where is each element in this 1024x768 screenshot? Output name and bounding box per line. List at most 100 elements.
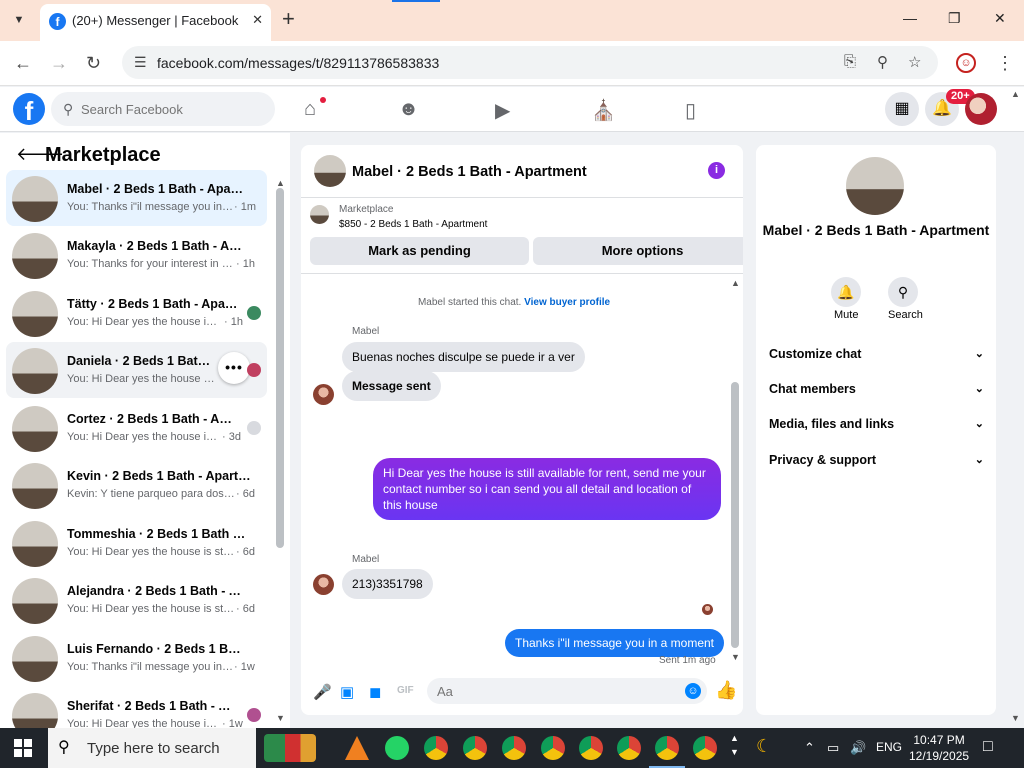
gift-news-icon[interactable] [264,734,316,762]
message-input[interactable] [437,678,677,704]
network-icon[interactable]: ▭ [827,740,839,756]
privacy-support-row[interactable]: Privacy & support ⌄ [769,447,984,473]
page-scroll-down-arrow-icon[interactable]: ▼ [1011,713,1020,723]
tab-search-chevron-icon[interactable]: ▼ [8,10,30,30]
bookmark-star-icon[interactable]: ☆ [908,53,921,71]
chat-title[interactable]: Mabel · 2 Beds 1 Bath - Apartment [352,164,587,180]
mute-bell-icon[interactable]: 🔔 [831,277,861,307]
browser-tab-messenger[interactable]: f (20+) Messenger | Facebook ✕ [40,4,271,41]
mark-as-pending-button[interactable]: Mark as pending [310,237,529,265]
conversation-item[interactable]: Tätty · 2 Beds 1 Bath - Apartm... You: H… [6,285,267,341]
more-options-dots-icon[interactable]: ••• [218,352,250,384]
tab-close-icon[interactable]: ✕ [252,12,263,28]
chrome-icon[interactable] [541,736,565,760]
chrome-icon[interactable] [649,736,685,768]
gaming-icon[interactable]: ▯ [685,98,696,123]
conversation-item[interactable]: Kevin · 2 Beds 1 Bath - Apartment Kevin:… [6,457,267,513]
video-icon[interactable]: ▶ [495,98,510,123]
conversation-item[interactable]: Tommeshia · 2 Beds 1 Bath - Ap... You: H… [6,515,267,571]
chat-panel: Mabel · 2 Beds 1 Bath - Apartment i Mark… [301,145,743,715]
back-arrow-icon[interactable]: ← [14,53,32,74]
chrome-icon[interactable] [579,736,603,760]
install-app-icon[interactable]: ⎘ [844,53,856,70]
marketplace-icon[interactable]: ⛪ [591,98,616,123]
notification-center-icon[interactable]: □ [983,738,993,756]
emoji-icon[interactable]: ☺ [685,683,701,699]
whatsapp-icon[interactable] [385,736,409,760]
zoom-icon[interactable]: ⚲ [877,53,888,71]
account-avatar[interactable] [965,93,997,125]
scroll-down-arrow-icon[interactable]: ▼ [276,713,285,723]
conversation-item[interactable]: Mabel · 2 Beds 1 Bath - Apartm... You: T… [6,170,267,226]
facebook-search-input[interactable] [81,92,266,126]
search-icon[interactable]: ⚲ [888,277,918,307]
url-text[interactable]: facebook.com/messages/t/829113786583833 [157,55,439,71]
gif-icon[interactable]: GIF [397,685,414,696]
chrome-icon[interactable] [463,736,487,760]
chrome-icon[interactable] [424,736,448,760]
chat-scrollbar[interactable] [731,382,739,648]
search-icon: ⚲ [58,739,70,756]
scroll-down-arrow-icon[interactable]: ▼ [731,652,740,662]
facebook-logo-icon[interactable]: f [13,93,45,126]
thumbs-up-icon[interactable]: 👍 [715,680,737,701]
conversation-snippet: You: Hi Dear yes the house is sti... [67,316,222,328]
vlc-icon[interactable] [345,736,369,760]
view-buyer-profile-link[interactable]: View buyer profile [524,297,610,308]
info-icon[interactable]: i [708,162,725,179]
conversation-item[interactable]: Daniela · 2 Beds 1 Bath - Apart... You: … [6,342,267,398]
taskbar-clock[interactable]: 10:47 PM 12/19/2025 [909,732,969,764]
new-tab-plus-icon[interactable]: + [282,8,295,30]
menu-grid-icon[interactable]: ▦ [885,92,919,126]
scroll-up-arrow-icon[interactable]: ▲ [731,278,740,288]
tabstrip-accent [392,0,440,2]
site-info-icon[interactable]: ☰ [134,54,147,71]
night-light-moon-icon[interactable]: ☾ [756,736,772,757]
conversation-item[interactable]: Cortez · 2 Beds 1 Bath - Apart... You: H… [6,400,267,456]
page-scroll-up-arrow-icon[interactable]: ▲ [1011,89,1020,99]
media-files-links-row[interactable]: Media, files and links ⌄ [769,411,984,437]
volume-icon[interactable]: 🔊 [850,740,866,756]
show-hidden-icons-chevron-icon[interactable]: ⌃ [804,740,815,756]
restore-icon[interactable]: ❐ [948,10,961,27]
taskbar-search[interactable]: ⚲ Type here to search [48,728,256,768]
conversation-snippet: You: Hi Dear yes the house is sti... [67,373,217,385]
mute-label[interactable]: Mute [834,309,858,321]
sticker-icon[interactable]: ◼ [369,683,381,701]
chat-members-row[interactable]: Chat members ⌄ [769,376,984,402]
chat-listing-avatar[interactable] [314,155,346,187]
address-bar[interactable]: ☰ facebook.com/messages/t/82911378658383… [122,46,938,79]
scroll-up-arrow-icon[interactable]: ▲ [276,178,285,188]
customize-chat-row[interactable]: Customize chat ⌄ [769,341,984,367]
browser-profile-icon[interactable]: ☺ [956,53,976,73]
input-language[interactable]: ENG [876,740,902,754]
chrome-icon[interactable] [693,736,717,760]
chrome-icon[interactable] [502,736,526,760]
conversation-item[interactable]: Sherifat · 2 Beds 1 Bath - Apa... You: H… [6,687,267,728]
taskbar-overflow-arrows-icon[interactable]: ▲ ▼ [730,731,739,759]
friends-icon[interactable]: ☻ [398,98,419,121]
search-label[interactable]: Search [888,309,923,321]
chrome-icon[interactable] [617,736,641,760]
conversation-item[interactable]: Luis Fernando · 2 Beds 1 Bath - ... You:… [6,630,267,686]
conversation-item[interactable]: Alejandra · 2 Beds 1 Bath - Apar... You:… [6,572,267,628]
conversation-list-scrollbar[interactable] [276,188,284,548]
browser-menu-icon[interactable]: ⋮ [996,53,1014,74]
minimize-icon[interactable]: — [903,10,917,26]
reload-icon[interactable]: ↻ [86,53,101,74]
forward-arrow-icon[interactable]: → [50,53,68,74]
facebook-search[interactable]: ⚲ [51,92,275,126]
row-label: Media, files and links [769,417,895,431]
microphone-icon[interactable]: 🎤 [313,683,332,701]
home-icon[interactable]: ⌂ [304,98,316,121]
conversation-snippet: You: Hi Dear yes the house is still a... [67,603,235,615]
conversation-name: Tätty · 2 Beds 1 Bath - Apartm... [67,297,239,311]
message-composer[interactable]: ☺ [427,678,707,704]
conversation-item[interactable]: Makayla · 2 Beds 1 Bath - Apart... You: … [6,227,267,283]
window-close-icon[interactable]: ✕ [994,10,1006,27]
home-notification-dot [320,97,326,103]
photo-icon[interactable]: ▣ [340,683,354,701]
listing-thumbnail [12,693,58,728]
windows-start-icon[interactable] [14,739,32,757]
more-options-button[interactable]: More options [533,237,743,265]
